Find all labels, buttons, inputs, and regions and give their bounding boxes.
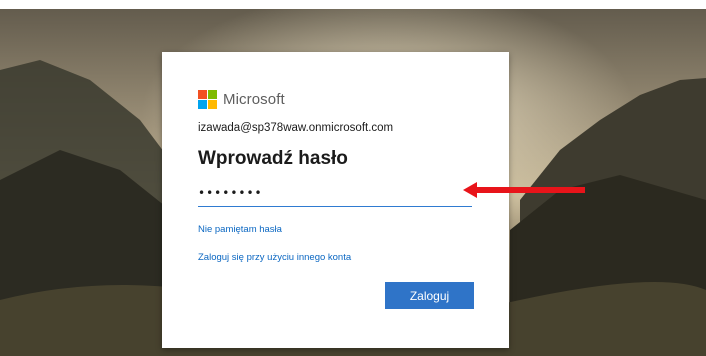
login-card: Microsoft izawada@sp378waw.onmicrosoft.c…: [162, 52, 509, 348]
forgot-password-link[interactable]: Nie pamiętam hasła: [198, 224, 282, 235]
microsoft-logo: Microsoft: [198, 89, 285, 109]
logo-text: Microsoft: [223, 90, 285, 108]
account-email: izawada@sp378waw.onmicrosoft.com: [198, 122, 394, 134]
use-other-account-link[interactable]: Zaloguj się przy użyciu innego konta: [198, 252, 351, 263]
password-input[interactable]: [198, 180, 472, 207]
sign-in-button[interactable]: Zaloguj: [385, 282, 474, 309]
microsoft-squares-icon: [198, 89, 217, 109]
annotation-arrow-icon: [463, 182, 585, 198]
top-strip: [0, 0, 706, 9]
page-title: Wprowadź hasło: [198, 148, 348, 169]
